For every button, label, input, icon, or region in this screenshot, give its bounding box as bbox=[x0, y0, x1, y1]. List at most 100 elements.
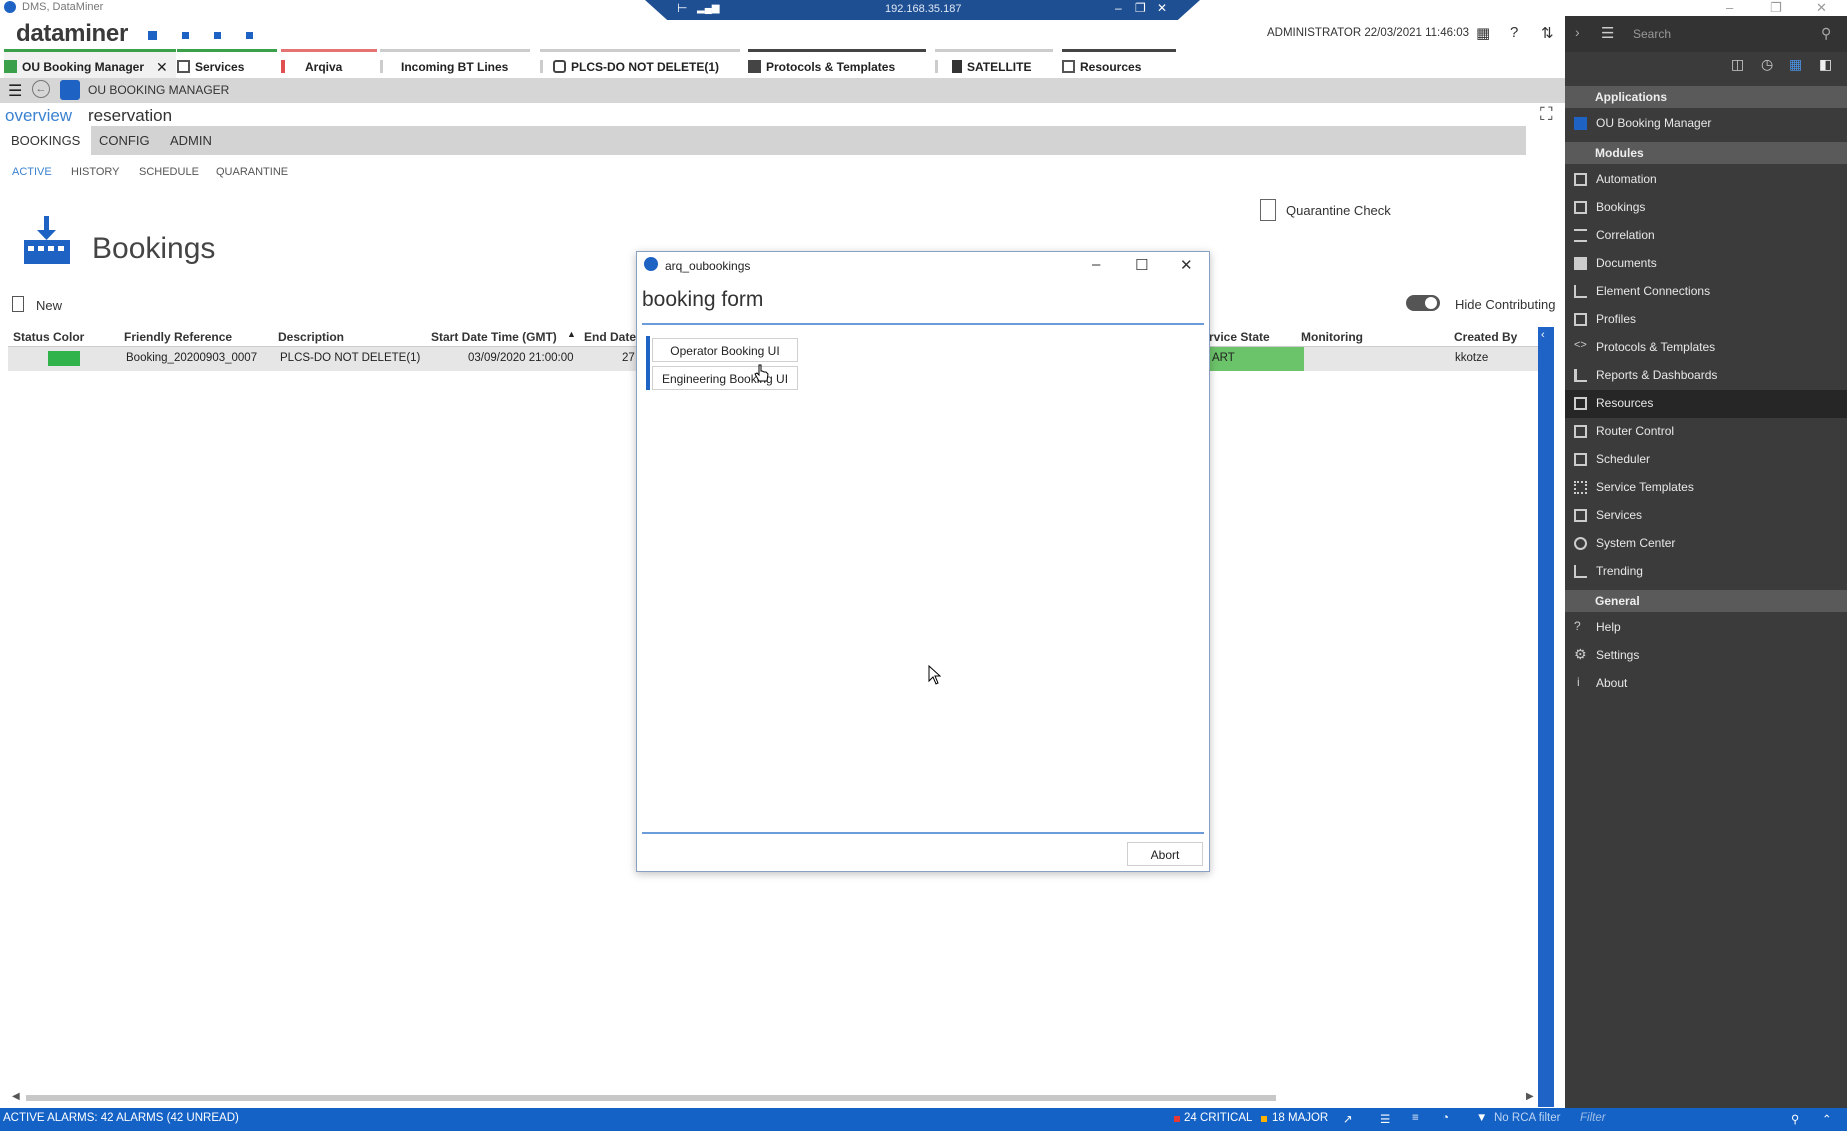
section-general[interactable]: General bbox=[1565, 590, 1847, 612]
history-icon[interactable]: ◷ bbox=[1761, 56, 1773, 73]
list-icon[interactable]: ☰ bbox=[1380, 1112, 1390, 1126]
subtab-active[interactable]: ACTIVE bbox=[12, 166, 52, 178]
pin-icon[interactable]: ⊢ bbox=[677, 1, 687, 15]
dialog-close-icon[interactable]: ✕ bbox=[1180, 256, 1193, 274]
module-documents[interactable]: Documents bbox=[1565, 250, 1847, 278]
sort-icon[interactable]: ≡ bbox=[1412, 1112, 1419, 1124]
view-indicator bbox=[935, 60, 938, 73]
close-icon[interactable]: ✕ bbox=[1816, 0, 1827, 16]
tab-bookings[interactable]: BOOKINGS bbox=[0, 126, 92, 155]
rdp-restore-icon[interactable]: ❐ bbox=[1135, 1, 1146, 15]
module-trending[interactable]: Trending bbox=[1565, 558, 1847, 586]
rdp-minimize-icon[interactable]: – bbox=[1115, 1, 1122, 15]
document-icon bbox=[1260, 199, 1276, 221]
layout-icon[interactable]: ◧ bbox=[1819, 56, 1832, 73]
general-label: Help bbox=[1596, 620, 1621, 634]
hand-cursor-icon bbox=[754, 364, 769, 382]
col-status-color[interactable]: Status Color bbox=[13, 330, 84, 344]
fullscreen-icon[interactable]: ⛶ bbox=[1540, 104, 1553, 125]
subtab-quarantine[interactable]: QUARANTINE bbox=[216, 166, 288, 178]
new-button[interactable]: New bbox=[36, 298, 62, 313]
col-monitoring[interactable]: Monitoring bbox=[1301, 330, 1363, 344]
col-created-by[interactable]: Created By bbox=[1454, 330, 1517, 344]
apps-grid-icon[interactable]: ▦ bbox=[1476, 24, 1490, 42]
heading-divider bbox=[642, 323, 1204, 325]
funnel-icon[interactable]: ▼ bbox=[1476, 1112, 1487, 1124]
filter-search-icon[interactable]: ⚲ bbox=[1791, 1112, 1799, 1126]
menu-icon[interactable]: ☰ bbox=[1601, 24, 1614, 42]
module-protocols-templates[interactable]: <> Protocols & Templates bbox=[1565, 334, 1847, 362]
col-start-date[interactable]: Start Date Time (GMT) bbox=[431, 330, 557, 344]
back-arrow-icon[interactable]: ← bbox=[32, 80, 50, 98]
module-profiles[interactable]: Profiles bbox=[1565, 306, 1847, 334]
tile-view-icon[interactable]: ▦ bbox=[1789, 56, 1802, 73]
pin-panel-icon[interactable]: ◫ bbox=[1731, 56, 1744, 73]
col-service-state[interactable]: rvice State bbox=[1209, 330, 1270, 344]
restore-icon[interactable]: ❐ bbox=[1770, 0, 1782, 16]
chevron-up-icon[interactable]: ⌃ bbox=[1822, 1112, 1832, 1126]
search-icon[interactable]: ⚲ bbox=[1821, 25, 1831, 42]
tab-config[interactable]: CONFIG bbox=[88, 126, 161, 155]
scroll-right-icon[interactable]: ▶ bbox=[1526, 1091, 1534, 1102]
col-end-date[interactable]: End Date bbox=[584, 330, 636, 344]
module-label: Trending bbox=[1596, 564, 1643, 578]
trend-chart-icon bbox=[1574, 565, 1587, 578]
help-icon[interactable]: ? bbox=[1510, 24, 1518, 41]
module-system-center[interactable]: System Center bbox=[1565, 530, 1847, 558]
dialog-minimize-icon[interactable]: – bbox=[1092, 256, 1100, 273]
module-resources[interactable]: Resources bbox=[1565, 390, 1847, 418]
new-file-icon bbox=[12, 296, 24, 312]
filter-input[interactable]: Filter bbox=[1580, 1112, 1606, 1124]
pie-icon[interactable]: ◔ bbox=[1442, 1112, 1449, 1124]
abort-button[interactable]: Abort bbox=[1127, 842, 1203, 866]
sync-icon[interactable]: ⇅ bbox=[1541, 24, 1554, 42]
subtab-history[interactable]: HISTORY bbox=[71, 166, 120, 178]
module-bookings[interactable]: Bookings bbox=[1565, 194, 1847, 222]
general-about[interactable]: i About bbox=[1565, 670, 1847, 698]
dialog-maximize-icon[interactable]: ☐ bbox=[1135, 256, 1148, 274]
close-tab-icon[interactable]: ✕ bbox=[156, 59, 168, 76]
hamburger-menu-icon[interactable]: ☰ bbox=[8, 81, 22, 101]
quarantine-check-button[interactable]: Quarantine Check bbox=[1286, 203, 1391, 218]
hide-contributing-toggle[interactable] bbox=[1406, 295, 1440, 311]
module-reports-dashboards[interactable]: Reports & Dashboards bbox=[1565, 362, 1847, 390]
subtab-schedule[interactable]: SCHEDULE bbox=[139, 166, 199, 178]
major-count[interactable]: 18 MAJOR bbox=[1272, 1112, 1328, 1124]
general-help[interactable]: ? Help bbox=[1565, 614, 1847, 642]
trend-icon[interactable]: ↗ bbox=[1343, 1112, 1353, 1126]
module-correlation[interactable]: Correlation bbox=[1565, 222, 1847, 250]
overview-link[interactable]: overview bbox=[5, 106, 72, 126]
main-nav-bar: BOOKINGS CONFIG ADMIN bbox=[0, 126, 1526, 155]
side-search-bar: › ☰ Search ⚲ bbox=[1565, 16, 1847, 52]
section-modules[interactable]: Modules bbox=[1565, 142, 1847, 164]
general-settings[interactable]: ⚙ Settings bbox=[1565, 642, 1847, 670]
rca-filter[interactable]: No RCA filter bbox=[1494, 1112, 1560, 1124]
module-services[interactable]: Services bbox=[1565, 502, 1847, 530]
reservation-link[interactable]: reservation bbox=[88, 106, 172, 126]
module-router-control[interactable]: Router Control bbox=[1565, 418, 1847, 446]
col-description[interactable]: Description bbox=[278, 330, 344, 344]
tab-label: Arqiva bbox=[305, 60, 343, 74]
scroll-thumb[interactable] bbox=[26, 1095, 1276, 1101]
minimize-icon[interactable]: – bbox=[1726, 0, 1733, 15]
module-service-templates[interactable]: Service Templates bbox=[1565, 474, 1847, 502]
section-applications[interactable]: Applications bbox=[1565, 86, 1847, 108]
rdp-close-icon[interactable]: ✕ bbox=[1157, 1, 1167, 15]
side-search-input[interactable]: Search bbox=[1633, 27, 1671, 41]
col-friendly-reference[interactable]: Friendly Reference bbox=[124, 330, 232, 344]
module-automation[interactable]: Automation bbox=[1565, 166, 1847, 194]
module-element-connections[interactable]: Element Connections bbox=[1565, 278, 1847, 306]
details-collapse-bar[interactable]: ‹ bbox=[1538, 327, 1554, 1107]
module-scheduler[interactable]: Scheduler bbox=[1565, 446, 1847, 474]
chevron-left-icon[interactable]: ‹ bbox=[1541, 329, 1545, 341]
critical-count[interactable]: 24 CRITICAL bbox=[1184, 1112, 1252, 1124]
signal-icon: ▂▄▆ bbox=[697, 3, 720, 14]
operator-booking-ui-button[interactable]: Operator Booking UI bbox=[652, 338, 798, 362]
active-alarms[interactable]: ACTIVE ALARMS: 42 ALARMS (42 UNREAD) bbox=[3, 1112, 239, 1124]
tab-admin[interactable]: ADMIN bbox=[159, 126, 223, 155]
app-ou-booking-manager[interactable]: OU Booking Manager bbox=[1565, 110, 1847, 138]
scroll-left-icon[interactable]: ◀ bbox=[12, 1091, 20, 1102]
engineering-booking-ui-button[interactable]: Engineering Booking UI bbox=[652, 366, 798, 390]
chevron-right-icon[interactable]: › bbox=[1575, 24, 1580, 40]
horizontal-scrollbar[interactable]: ◀ ▶ bbox=[12, 1091, 1538, 1103]
